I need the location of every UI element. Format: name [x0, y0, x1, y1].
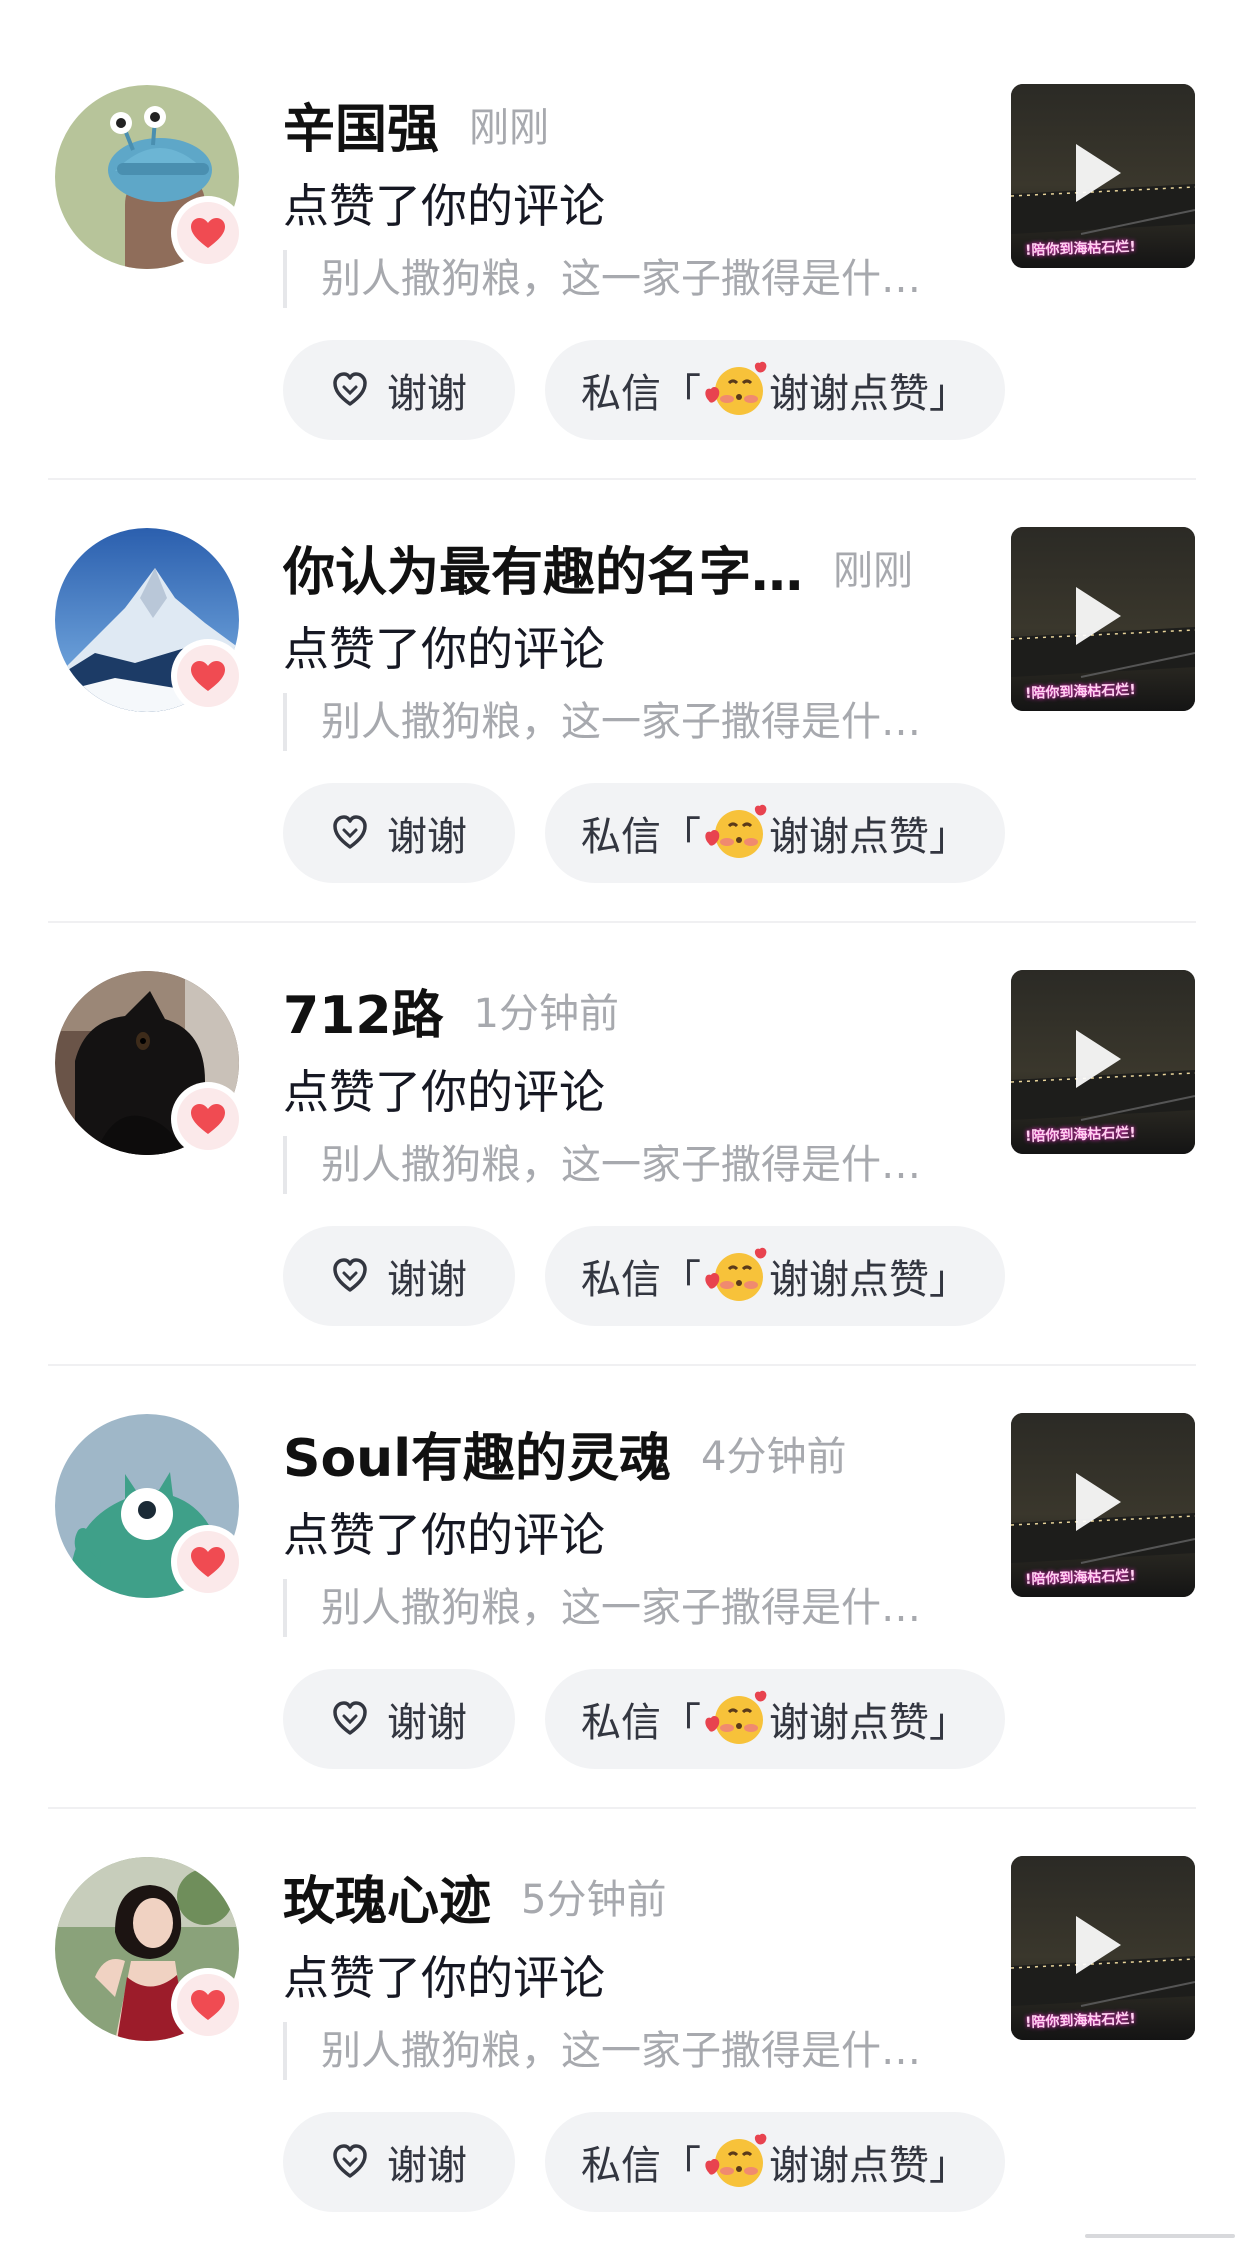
blushing-face-emoji-icon: [703, 1690, 767, 1748]
thanks-label: 谢谢: [387, 1700, 467, 1746]
user-name[interactable]: 712路: [283, 973, 444, 1048]
dm-label-prefix: 私信「: [581, 2143, 701, 2189]
dm-label-prefix: 私信「: [581, 1257, 701, 1303]
comment-excerpt[interactable]: 别人撒狗粮，这一家子撒得是什…: [283, 693, 971, 751]
action-text: 点赞了你的评论: [283, 622, 605, 676]
timestamp: 5分钟前: [521, 1877, 667, 1923]
heart-icon: [191, 1547, 225, 1577]
avatar[interactable]: [55, 85, 245, 270]
thanks-button[interactable]: 谢谢: [283, 783, 515, 883]
avatar[interactable]: [55, 528, 245, 713]
timestamp: 刚刚: [833, 548, 914, 594]
action-text: 点赞了你的评论: [283, 1508, 605, 1562]
user-name[interactable]: 玫瑰心迹: [283, 1859, 491, 1934]
dm-thanks-button[interactable]: 私信「 谢谢点赞」: [545, 1226, 1005, 1326]
action-text: 点赞了你的评论: [283, 1065, 605, 1119]
timestamp: 4分钟前: [701, 1434, 847, 1480]
action-text: 点赞了你的评论: [283, 1951, 605, 2005]
dm-thanks-button[interactable]: 私信「 谢谢点赞」: [545, 340, 1005, 440]
user-name[interactable]: 你认为最有趣的名字…: [283, 530, 803, 605]
timestamp: 1分钟前: [473, 991, 619, 1037]
blushing-face-emoji-icon: [703, 1247, 767, 1305]
list-item[interactable]: 你认为最有趣的名字… 刚刚 点赞了你的评论 别人撒狗粮，这一家子撒得是什… 谢谢…: [0, 443, 1249, 923]
list-item[interactable]: 辛国强 刚刚 点赞了你的评论 别人撒狗粮，这一家子撒得是什… 谢谢 私信「 谢谢…: [0, 0, 1249, 480]
dm-label-prefix: 私信「: [581, 814, 701, 860]
thumbnail-caption: !陪你到海枯石烂!: [1024, 1568, 1137, 1588]
thanks-label: 谢谢: [387, 2143, 467, 2189]
action-text: 点赞了你的评论: [283, 179, 605, 233]
video-thumbnail[interactable]: !陪你到海枯石烂!: [1011, 970, 1195, 1154]
dm-label-text: 谢谢点赞」: [769, 371, 969, 417]
thanks-heart-icon: [333, 1258, 367, 1292]
thanks-heart-icon: [333, 2144, 367, 2178]
dm-label-text: 谢谢点赞」: [769, 2143, 969, 2189]
like-badge: [171, 1082, 245, 1156]
thanks-heart-icon: [333, 372, 367, 406]
like-badge: [171, 639, 245, 713]
list-item[interactable]: 玫瑰心迹 5分钟前 点赞了你的评论 别人撒狗粮，这一家子撒得是什… 谢谢 私信「: [0, 1772, 1249, 2215]
dm-label-text: 谢谢点赞」: [769, 1700, 969, 1746]
thanks-button[interactable]: 谢谢: [283, 340, 515, 440]
thanks-heart-icon: [333, 1701, 367, 1735]
thumbnail-caption: !陪你到海枯石烂!: [1024, 682, 1137, 702]
user-name[interactable]: Soul有趣的灵魂: [283, 1416, 671, 1491]
thanks-label: 谢谢: [387, 1257, 467, 1303]
heart-icon: [191, 661, 225, 691]
dm-thanks-button[interactable]: 私信「 谢谢点赞」: [545, 1669, 1005, 1769]
avatar[interactable]: [55, 971, 245, 1156]
video-thumbnail[interactable]: !陪你到海枯石烂!: [1011, 84, 1195, 268]
dm-label-prefix: 私信「: [581, 371, 701, 417]
video-thumbnail[interactable]: !陪你到海枯石烂!: [1011, 1413, 1195, 1597]
like-badge: [171, 1968, 245, 2042]
thumbnail-caption: !陪你到海枯石烂!: [1024, 1125, 1137, 1145]
video-thumbnail[interactable]: !陪你到海枯石烂!: [1011, 1856, 1195, 2040]
thanks-button[interactable]: 谢谢: [283, 1226, 515, 1326]
thumbnail-caption: !陪你到海枯石烂!: [1024, 239, 1137, 259]
user-name[interactable]: 辛国强: [283, 87, 439, 162]
dm-label-text: 谢谢点赞」: [769, 1257, 969, 1303]
comment-excerpt[interactable]: 别人撒狗粮，这一家子撒得是什…: [283, 1136, 971, 1194]
avatar[interactable]: [55, 1857, 245, 2042]
heart-icon: [191, 1104, 225, 1134]
comment-excerpt[interactable]: 别人撒狗粮，这一家子撒得是什…: [283, 250, 971, 308]
dm-label-text: 谢谢点赞」: [769, 814, 969, 860]
timestamp: 刚刚: [469, 105, 550, 151]
blushing-face-emoji-icon: [703, 361, 767, 419]
thanks-label: 谢谢: [387, 814, 467, 860]
dm-thanks-button[interactable]: 私信「 谢谢点赞」: [545, 2112, 1005, 2212]
dm-label-prefix: 私信「: [581, 1700, 701, 1746]
thanks-heart-icon: [333, 815, 367, 849]
blushing-face-emoji-icon: [703, 804, 767, 862]
list-item[interactable]: 712路 1分钟前 点赞了你的评论 别人撒狗粮，这一家子撒得是什… 谢谢 私信「: [0, 886, 1249, 1366]
thanks-button[interactable]: 谢谢: [283, 2112, 515, 2212]
like-badge: [171, 1525, 245, 1599]
thanks-label: 谢谢: [387, 371, 467, 417]
heart-icon: [191, 1990, 225, 2020]
thumbnail-caption: !陪你到海枯石烂!: [1024, 2011, 1137, 2031]
home-indicator-icon: [1085, 2234, 1235, 2238]
comment-excerpt[interactable]: 别人撒狗粮，这一家子撒得是什…: [283, 2022, 971, 2080]
dm-thanks-button[interactable]: 私信「 谢谢点赞」: [545, 783, 1005, 883]
list-item[interactable]: Soul有趣的灵魂 4分钟前 点赞了你的评论 别人撒狗粮，这一家子撒得是什… 谢…: [0, 1329, 1249, 1809]
blushing-face-emoji-icon: [703, 2133, 767, 2191]
heart-icon: [191, 218, 225, 248]
like-badge: [171, 196, 245, 270]
video-thumbnail[interactable]: !陪你到海枯石烂!: [1011, 527, 1195, 711]
thanks-button[interactable]: 谢谢: [283, 1669, 515, 1769]
comment-excerpt[interactable]: 别人撒狗粮，这一家子撒得是什…: [283, 1579, 971, 1637]
avatar[interactable]: [55, 1414, 245, 1599]
